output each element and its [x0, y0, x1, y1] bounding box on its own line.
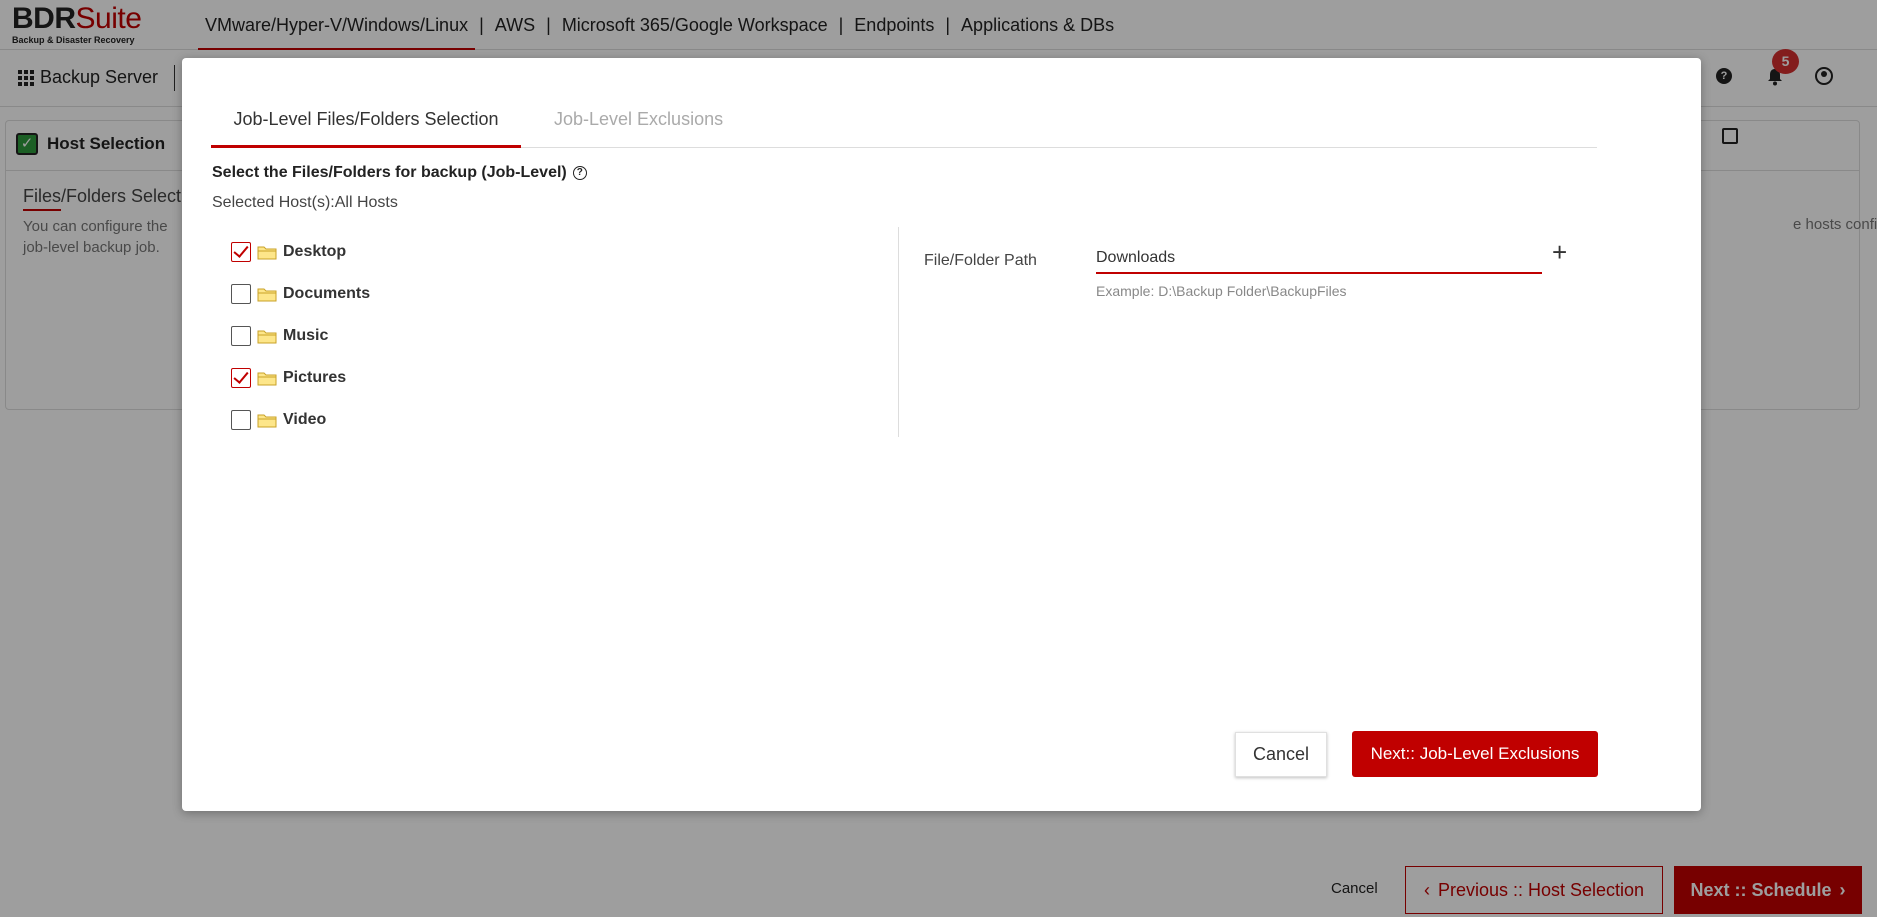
folder-icon	[257, 288, 277, 302]
list-item: Video	[231, 399, 370, 441]
folder-label[interactable]: Video	[283, 411, 326, 429]
checkbox-desktop[interactable]	[231, 242, 251, 262]
selection-title-text: Select the Files/Folders for backup (Job…	[212, 164, 567, 181]
folder-label[interactable]: Pictures	[283, 369, 346, 387]
checkbox-pictures[interactable]	[231, 368, 251, 388]
cancel-button[interactable]: Cancel	[1235, 732, 1327, 777]
folder-list: Desktop Documents Music Pictures Video	[231, 231, 370, 441]
checkbox-documents[interactable]	[231, 284, 251, 304]
folder-label[interactable]: Desktop	[283, 243, 346, 261]
list-item: Documents	[231, 273, 370, 315]
list-item: Music	[231, 315, 370, 357]
folder-icon	[257, 372, 277, 386]
files-folders-modal: Job-Level Files/Folders Selection Job-Le…	[182, 58, 1701, 811]
next-job-level-exclusions-button[interactable]: Next:: Job-Level Exclusions	[1352, 731, 1598, 777]
file-folder-path-input[interactable]	[1096, 244, 1542, 274]
modal-tabs: Job-Level Files/Folders Selection Job-Le…	[211, 105, 1597, 148]
add-path-plus-icon[interactable]: +	[1552, 239, 1567, 265]
question-icon[interactable]: ?	[572, 166, 587, 180]
folder-label[interactable]: Music	[283, 327, 328, 345]
selected-hosts: Selected Host(s):All Hosts	[212, 194, 398, 211]
panel-divider	[898, 227, 899, 437]
file-folder-path-label: File/Folder Path	[924, 252, 1037, 269]
tab-job-level-exclusions[interactable]: Job-Level Exclusions	[554, 105, 723, 148]
list-item: Desktop	[231, 231, 370, 273]
checkbox-music[interactable]	[231, 326, 251, 346]
folder-icon	[257, 246, 277, 260]
list-item: Pictures	[231, 357, 370, 399]
tab-job-level-files-folders[interactable]: Job-Level Files/Folders Selection	[211, 105, 521, 148]
path-example-hint: Example: D:\Backup Folder\BackupFiles	[1096, 283, 1347, 299]
folder-label[interactable]: Documents	[283, 285, 370, 303]
folder-icon	[257, 414, 277, 428]
folder-icon	[257, 330, 277, 344]
checkbox-video[interactable]	[231, 410, 251, 430]
selection-title: Select the Files/Folders for backup (Job…	[212, 164, 587, 182]
